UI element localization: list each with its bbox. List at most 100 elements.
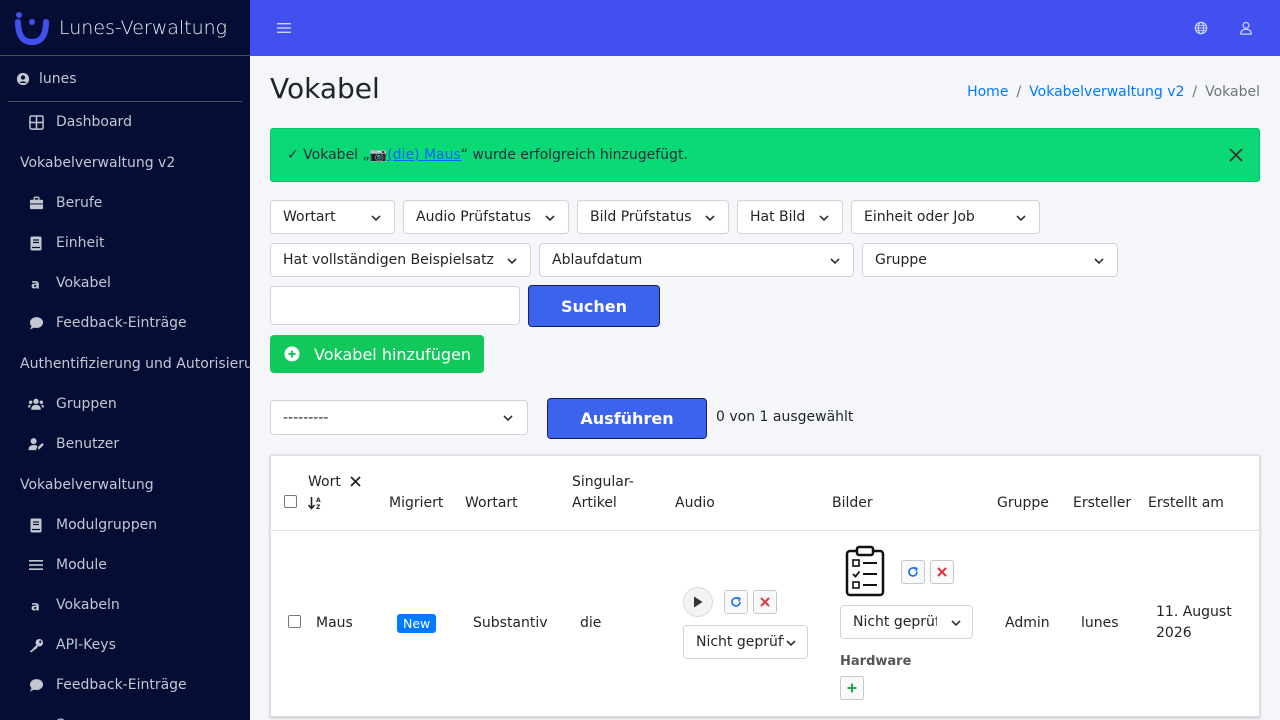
sidebar-item-benutzer[interactable]: Benutzer <box>0 424 250 464</box>
add-vokabel-label: Vokabel hinzufügen <box>314 344 471 364</box>
audio-status-select[interactable]: Nicht geprüft <box>683 625 808 659</box>
image-status-select[interactable]: Nicht geprüft <box>840 605 973 639</box>
sidebar-item-label: Modulgruppen <box>56 517 158 533</box>
row-checkbox[interactable] <box>288 615 301 628</box>
filter-audio-pruefstatus[interactable]: Audio Prüfstatus <box>403 200 569 234</box>
filter-ablaufdatum[interactable]: Ablaufdatum <box>539 243 854 277</box>
col-singular-artikel-1[interactable]: Singular- <box>572 472 634 493</box>
sidebar-item-modulgruppen[interactable]: Modulgruppen <box>0 505 250 545</box>
svg-text:A: A <box>316 497 321 504</box>
audio-status-value: Nicht geprüft <box>696 634 784 650</box>
users-icon <box>28 396 44 412</box>
filter-wortart[interactable]: Wortart <box>270 200 395 234</box>
run-action-button[interactable]: Ausführen <box>547 398 707 439</box>
play-audio-button[interactable] <box>683 587 713 617</box>
breadcrumb-home[interactable]: Home <box>967 84 1008 100</box>
filter-label: Audio Prüfstatus <box>416 209 532 225</box>
globe-icon[interactable] <box>1191 18 1211 38</box>
sidebar-item-einheit[interactable]: Einheit <box>0 223 250 263</box>
sidebar-item-gruppen[interactable]: Gruppen <box>0 384 250 424</box>
sidebar-item-label: API-Keys <box>56 637 116 653</box>
cell-artikel: die <box>580 615 602 631</box>
col-migriert[interactable]: Migriert <box>389 493 443 514</box>
table-header: Wort AZ Migriert Wortart Singular- Artik… <box>271 456 1259 531</box>
search-input[interactable] <box>270 286 520 325</box>
breadcrumb-current: Vokabel <box>1205 84 1260 100</box>
sidebar-item-berufe[interactable]: Berufe <box>0 183 250 223</box>
hamburger-icon[interactable] <box>274 18 294 38</box>
plus-icon <box>847 683 857 693</box>
filter-einheit-oder-job[interactable]: Einheit oder Job <box>851 200 1040 234</box>
refresh-image-button[interactable] <box>901 560 925 584</box>
col-singular-artikel-2[interactable]: Artikel <box>572 493 617 514</box>
dashboard-grid-icon <box>28 114 44 130</box>
filter-label: Hat vollständigen Beispielsatz <box>283 252 494 268</box>
results-table: Wort AZ Migriert Wortart Singular- Artik… <box>270 455 1260 717</box>
status-badge: New <box>397 614 437 633</box>
sidebar-item-label: Einheit <box>56 235 105 251</box>
comment-icon <box>28 315 44 331</box>
refresh-audio-button[interactable] <box>724 590 748 614</box>
letter-a-icon: a <box>28 597 44 613</box>
delete-image-button[interactable] <box>930 560 954 584</box>
filter-beispielsatz[interactable]: Hat vollständigen Beispielsatz <box>270 243 531 277</box>
filter-hat-bild[interactable]: Hat Bild <box>737 200 843 234</box>
close-icon[interactable] <box>1227 146 1245 164</box>
briefcase-icon <box>28 195 44 211</box>
col-audio[interactable]: Audio <box>675 493 715 514</box>
add-vokabel-button[interactable]: Vokabel hinzufügen <box>270 335 484 373</box>
chevron-down-icon <box>1016 215 1026 222</box>
alert-prefix: ✓ Vokabel „📷 <box>287 147 388 163</box>
book-icon <box>28 235 44 251</box>
filter-gruppe[interactable]: Gruppe <box>862 243 1118 277</box>
svg-text:Z: Z <box>316 504 321 510</box>
chevron-down-icon <box>1094 258 1104 265</box>
col-gruppe[interactable]: Gruppe <box>997 493 1049 514</box>
user-panel[interactable]: lunes <box>8 56 242 102</box>
remove-sort-icon[interactable] <box>350 476 361 487</box>
chevron-down-icon <box>786 640 796 647</box>
add-hardware-button[interactable] <box>840 676 864 700</box>
sidebar-item-vokabeln[interactable]: a Vokabeln <box>0 585 250 625</box>
sidebar-section-header: Vokabelverwaltung <box>20 476 154 493</box>
brand[interactable]: Lunes-Verwaltung <box>0 0 250 56</box>
cell-gruppe: Admin <box>1005 615 1050 631</box>
action-select[interactable]: --------- <box>270 400 528 435</box>
delete-audio-button[interactable] <box>753 590 777 614</box>
sidebar-item-label: Vokabeln <box>56 597 120 613</box>
alert-link[interactable]: (die) Maus <box>387 147 461 163</box>
filter-bild-pruefstatus[interactable]: Bild Prüfstatus <box>577 200 729 234</box>
col-wort[interactable]: Wort <box>308 472 341 493</box>
sidebar-item-module[interactable]: Module <box>0 545 250 585</box>
user-icon[interactable] <box>1236 18 1256 38</box>
sidebar-item-api-keys[interactable]: API-Keys <box>0 625 250 665</box>
alert-suffix: “ wurde erfolgreich hinzugefügt. <box>460 147 688 163</box>
breadcrumb-section[interactable]: Vokabelverwaltung v2 <box>1029 84 1184 100</box>
cell-wortart: Substantiv <box>473 615 548 631</box>
cell-erstellt-am-year: 2026 <box>1156 625 1192 641</box>
filter-label: Einheit oder Job <box>864 209 975 225</box>
sidebar-item-vokabel[interactable]: a Vokabel <box>0 263 250 303</box>
sidebar-item-feedback-einträge[interactable]: Feedback-Einträge <box>0 303 250 343</box>
topbar <box>250 0 1280 56</box>
sidebar-section-header: Vokabelverwaltung v2 <box>20 154 176 171</box>
hardware-label: Hardware <box>840 654 912 669</box>
clipboard-list-icon[interactable] <box>843 545 887 597</box>
sidebar-item-dashboard[interactable]: Dashboard <box>0 102 250 142</box>
svg-text:a: a <box>31 599 40 612</box>
col-ersteller[interactable]: Ersteller <box>1073 493 1131 514</box>
sidebar-item-sponsoren[interactable]: Sponsoren <box>0 705 250 720</box>
sidebar-section-header: Authentifizierung und Autorisierung <box>20 355 250 372</box>
col-erstellt-am[interactable]: Erstellt am <box>1148 493 1224 514</box>
col-wortart[interactable]: Wortart <box>465 493 518 514</box>
search-button[interactable]: Suchen <box>528 285 660 327</box>
select-all-checkbox[interactable] <box>284 495 297 508</box>
col-bilder[interactable]: Bilder <box>832 493 873 514</box>
sidebar-item-feedback-einträge[interactable]: Feedback-Einträge <box>0 665 250 705</box>
close-icon <box>760 597 770 607</box>
cell-wort[interactable]: Maus <box>316 613 353 634</box>
main-content: Vokabel Home / Vokabelverwaltung v2 / Vo… <box>250 56 1280 720</box>
chevron-down-icon <box>507 258 517 265</box>
play-icon <box>694 596 703 608</box>
sort-ascending-icon[interactable]: AZ <box>308 496 324 510</box>
